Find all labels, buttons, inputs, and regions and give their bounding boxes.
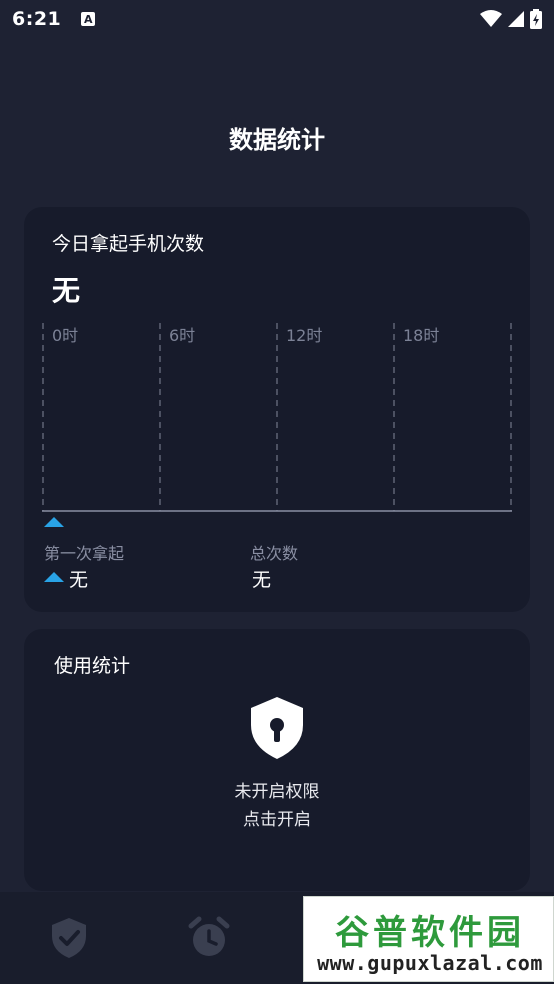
shield-lock-icon[interactable]: [249, 695, 305, 761]
usage-stats-card[interactable]: 使用统计 未开启权限 点击开启: [24, 629, 530, 891]
first-pickup-marker-icon: [44, 517, 64, 527]
hour-label-18: 18时: [403, 326, 439, 345]
tab-protection[interactable]: [49, 916, 89, 960]
pickups-card: 今日拿起手机次数 无 0时 6时 12时 18时 第一次拿起 无 总次数 无: [24, 207, 530, 612]
page-title: 数据统计: [229, 126, 325, 154]
hour-label-6: 6时: [169, 326, 195, 345]
wifi-icon: [480, 10, 502, 27]
tab-alarm[interactable]: [187, 916, 230, 960]
pickups-count-value: 无: [52, 274, 81, 307]
shield-check-icon: [52, 918, 86, 958]
pickups-hourly-chart: 0时 6时 12时 18时: [42, 323, 512, 512]
status-icons: [480, 9, 542, 29]
signal-icon: [508, 11, 524, 27]
first-pickup-value: 无: [69, 569, 89, 591]
chart-gridlines: [42, 323, 512, 511]
hour-label-0: 0时: [52, 326, 78, 345]
accessibility-notification-icon: A: [81, 12, 96, 26]
battery-icon: [530, 9, 542, 29]
first-pickup-triangle-icon: [44, 572, 64, 582]
permission-status-text: 未开启权限: [234, 782, 320, 802]
site-watermark: 谷普软件园 www.gupuxlazal.com: [303, 896, 554, 982]
total-count-label: 总次数: [250, 544, 299, 563]
status-bar: 6:21 A: [0, 0, 554, 38]
watermark-title: 谷普软件园: [335, 913, 525, 953]
enable-permission-link[interactable]: 点击开启: [24, 805, 530, 830]
status-time: 6:21: [12, 8, 62, 30]
first-pickup-label: 第一次拿起: [44, 544, 125, 563]
pickups-card-title: 今日拿起手机次数: [52, 233, 205, 255]
alarm-clock-icon: [188, 916, 230, 956]
usage-stats-title: 使用统计: [54, 655, 131, 677]
watermark-url: www.gupuxlazal.com: [317, 951, 543, 975]
total-count-value: 无: [252, 569, 272, 591]
hour-label-12: 12时: [286, 326, 322, 345]
